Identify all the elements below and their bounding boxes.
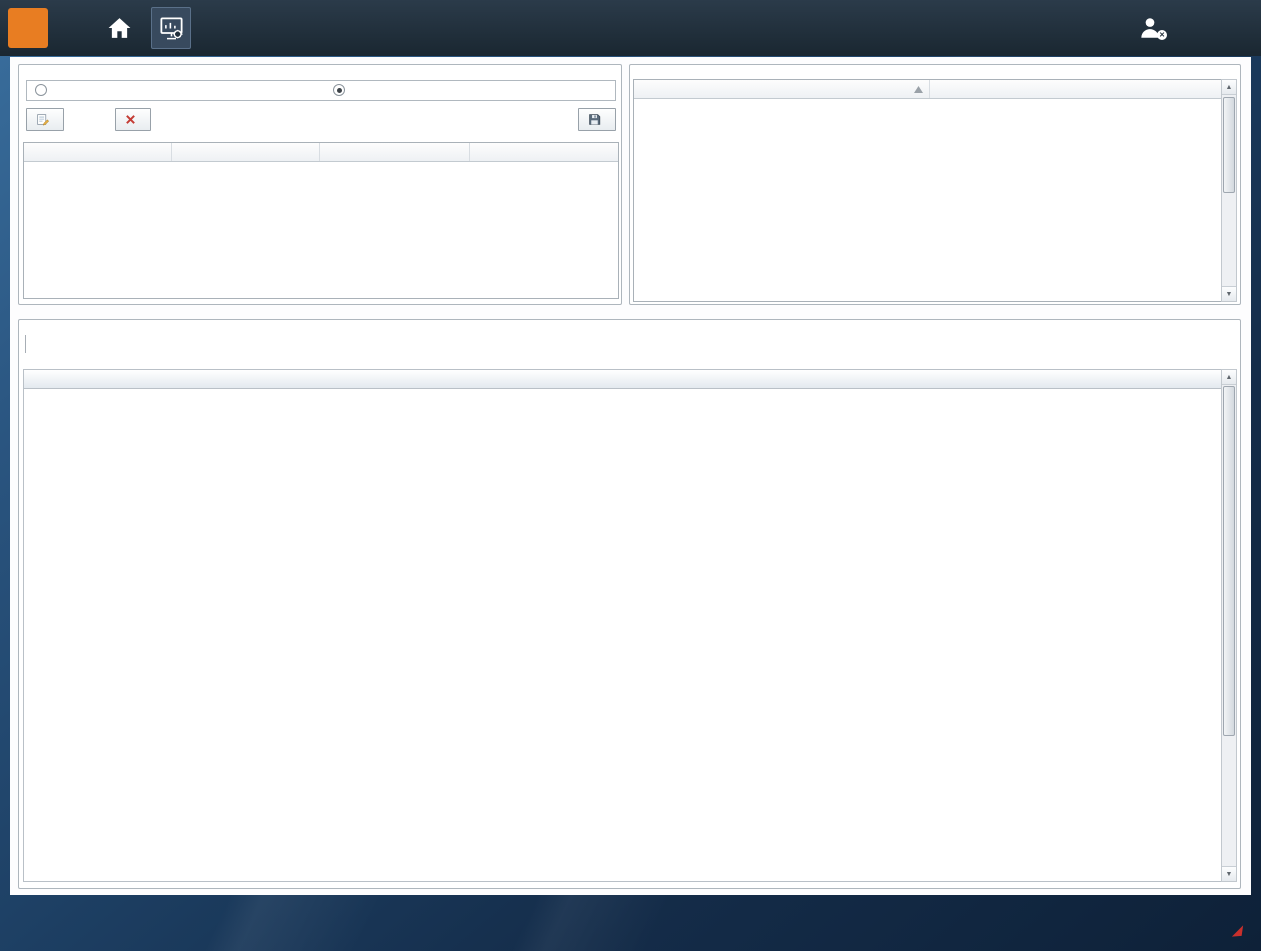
calendar-view-toolbar (25, 332, 31, 356)
add-new-icon (36, 113, 49, 126)
factorylogix-window: ✕ (0, 0, 1261, 951)
delete-x-icon (125, 114, 136, 125)
column-header-department[interactable] (470, 143, 618, 161)
calendar-day-header-row (23, 369, 1222, 389)
scroll-up-arrow-icon[interactable]: ▲ (1222, 80, 1236, 95)
scroll-down-arrow-icon[interactable]: ▼ (1222, 286, 1236, 301)
aegis-logo (1229, 923, 1245, 941)
sign-out-user-icon[interactable]: ✕ (1137, 15, 1163, 41)
column-header-code[interactable] (24, 143, 172, 161)
main-content: ▲ ▼ ▲ ▼ (10, 57, 1251, 895)
toolbar-separator (25, 335, 26, 353)
operating-time-grid (23, 142, 619, 299)
scrollbar-thumb[interactable] (1223, 386, 1235, 736)
reason-codes-radio[interactable] (333, 84, 350, 96)
radio-icon (35, 84, 47, 96)
calendar-scrollbar[interactable]: ▲ ▼ (1221, 369, 1237, 882)
column-header-oee-operating-time[interactable] (172, 143, 320, 161)
window-controls: ✕ (1137, 15, 1245, 41)
save-floppy-icon (588, 113, 601, 126)
ideal-cycle-grid (633, 79, 1222, 302)
operating-grid-header (24, 143, 618, 162)
scrollbar-thumb[interactable] (1223, 97, 1235, 193)
delete-button[interactable] (115, 108, 151, 131)
ideal-cycle-time-panel: ▲ ▼ (629, 64, 1241, 305)
calendar-weeks (23, 389, 1222, 882)
ideal-grid-header (634, 80, 1221, 99)
scroll-up-arrow-icon[interactable]: ▲ (1222, 370, 1236, 385)
planned-production-time-panel: ▲ ▼ (18, 319, 1241, 889)
home-icon[interactable] (101, 7, 137, 49)
save-button[interactable] (578, 108, 616, 131)
aegis-arrow-icon (1230, 923, 1245, 939)
machine-state-radio[interactable] (35, 84, 52, 96)
app-header: ✕ (0, 0, 1261, 56)
column-header-expected-units[interactable] (930, 80, 1221, 98)
oee-settings-icon[interactable] (151, 7, 191, 49)
sort-ascending-icon (914, 86, 923, 93)
brand-title (60, 14, 61, 42)
app-logo (8, 8, 48, 48)
add-new-button[interactable] (26, 108, 64, 131)
column-header-description[interactable] (320, 143, 470, 161)
radio-icon-selected (333, 84, 345, 96)
ideal-grid-scrollbar[interactable]: ▲ ▼ (1221, 79, 1237, 302)
sign-out-x-badge: ✕ (1157, 30, 1167, 40)
column-header-workstation[interactable] (634, 80, 930, 98)
operating-time-panel (18, 64, 622, 305)
operating-time-mode-group (26, 80, 616, 101)
scroll-down-arrow-icon[interactable]: ▼ (1222, 866, 1236, 881)
